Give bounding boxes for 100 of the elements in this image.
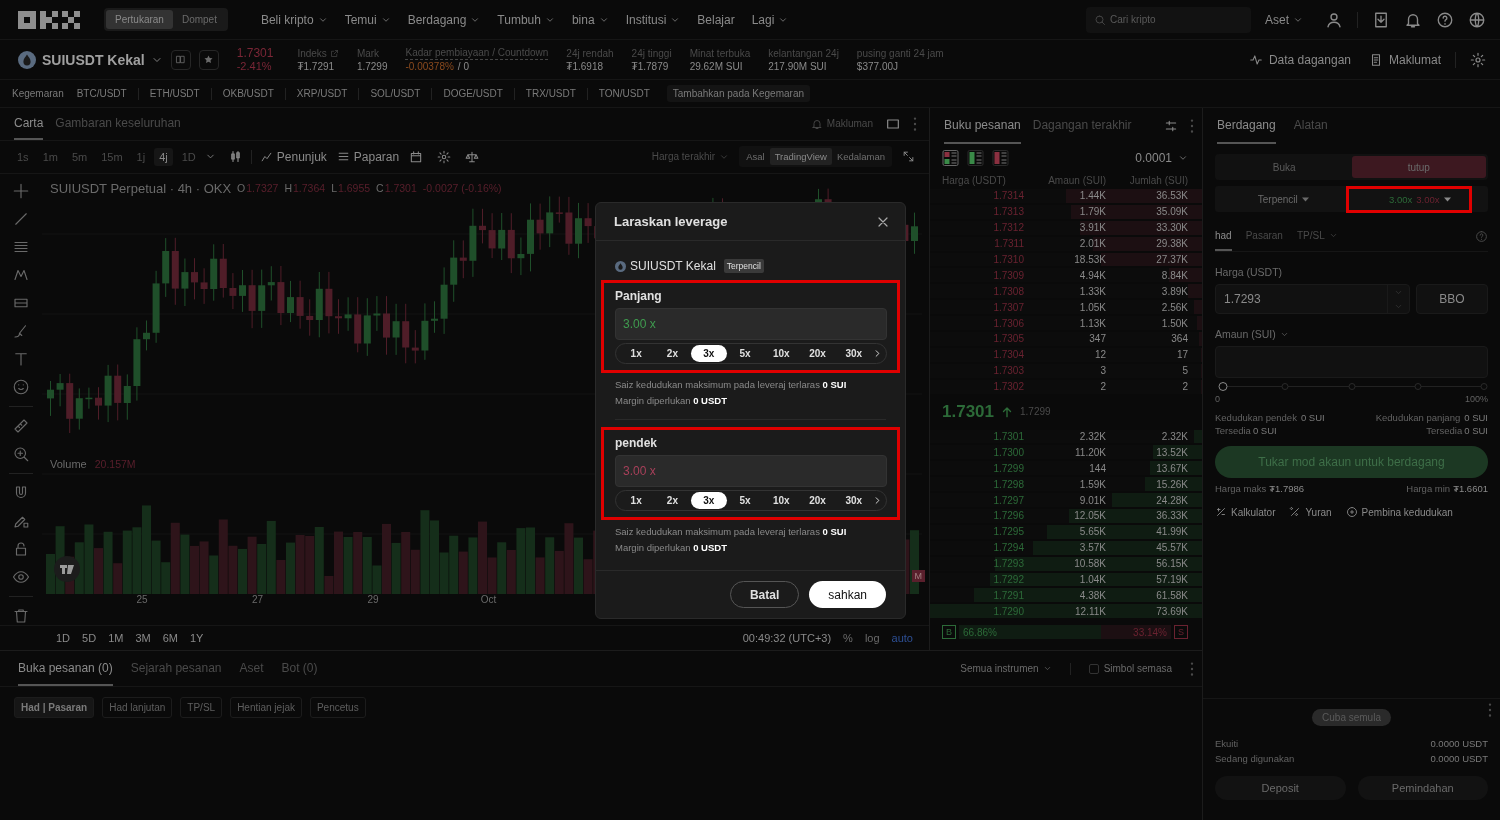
orders-tab[interactable]: Buka pesanan (0) bbox=[18, 651, 113, 686]
book-layout-icon[interactable] bbox=[967, 150, 984, 166]
leverage-option[interactable]: 5x bbox=[726, 345, 764, 362]
alert-button[interactable]: Makluman bbox=[810, 117, 873, 130]
book-tab[interactable]: Buku pesanan bbox=[944, 108, 1021, 144]
price-cell[interactable]: 1.7293 bbox=[942, 558, 1024, 570]
more-icon[interactable] bbox=[913, 116, 917, 131]
scale-toggle[interactable]: % bbox=[843, 631, 853, 644]
assets-menu[interactable]: Aset bbox=[1265, 12, 1303, 27]
nav-menu[interactable]: Institusi bbox=[625, 12, 681, 27]
price-cell[interactable]: 1.7301 bbox=[942, 431, 1024, 442]
book-layout-icon[interactable] bbox=[992, 150, 1009, 166]
mode-tab[interactable]: Dompet bbox=[172, 10, 226, 29]
settings-icon[interactable] bbox=[1470, 51, 1486, 68]
order-type-tab[interactable]: TP/SL bbox=[1296, 222, 1338, 251]
scale-icon[interactable] bbox=[465, 149, 480, 164]
order-filter-tab[interactable]: Had | Pasaran bbox=[14, 697, 95, 718]
search-field[interactable]: Cari kripto bbox=[1086, 6, 1251, 33]
nav-menu[interactable]: bina bbox=[571, 12, 609, 27]
orders-tab[interactable]: Sejarah pesanan bbox=[130, 651, 222, 686]
order-type-tab[interactable]: Pasaran bbox=[1245, 222, 1283, 251]
margin-mode-select[interactable]: Terpencil bbox=[1215, 193, 1352, 205]
bbo-button[interactable]: BBO bbox=[1416, 284, 1488, 314]
settings-icon[interactable] bbox=[437, 149, 452, 164]
leverage-field[interactable]: 3.00 x bbox=[615, 308, 887, 340]
slider-thumb[interactable] bbox=[1218, 382, 1228, 391]
view-tab[interactable]: Asal bbox=[741, 148, 770, 166]
chart-tool-button[interactable]: Paparan bbox=[336, 149, 400, 164]
interval-tab[interactable]: 1D bbox=[176, 147, 201, 166]
price-cell[interactable]: 1.7292 bbox=[942, 574, 1024, 586]
chart-tab[interactable]: Gambaran keseluruhan bbox=[55, 108, 181, 140]
interval-tab[interactable]: 15m bbox=[96, 147, 128, 166]
emoji-icon[interactable] bbox=[12, 377, 30, 396]
view-tab[interactable]: TradingView bbox=[769, 148, 832, 166]
leverage-option[interactable]: 3x bbox=[690, 492, 727, 509]
crosshair-icon[interactable] bbox=[12, 181, 30, 200]
more-icon[interactable] bbox=[1190, 661, 1194, 676]
price-cell[interactable]: 1.7294 bbox=[942, 542, 1024, 554]
leverage-option[interactable]: 20x bbox=[799, 492, 836, 509]
precision-select[interactable]: 0.0001 bbox=[1135, 151, 1188, 165]
orders-tab[interactable]: Bot (0) bbox=[281, 651, 318, 686]
calendar-icon[interactable] bbox=[409, 149, 424, 164]
leverage-field[interactable]: 3.00 x bbox=[615, 455, 887, 487]
nav-menu[interactable]: Berdagang bbox=[407, 12, 481, 27]
price-cell[interactable]: 1.7295 bbox=[942, 526, 1024, 538]
amount-unit-select[interactable]: Amaun (SUI) bbox=[1215, 328, 1289, 340]
leverage-option[interactable]: 1x bbox=[618, 345, 655, 362]
range-button[interactable]: 1Y bbox=[189, 631, 204, 644]
trade-tab[interactable]: Alatan bbox=[1293, 108, 1328, 144]
checkbox[interactable] bbox=[1088, 663, 1099, 674]
tool-link[interactable]: Kalkulator bbox=[1215, 506, 1276, 518]
leverage-button[interactable]: 3.00x 3.00x bbox=[1389, 193, 1451, 205]
nav-menu[interactable]: Lagi bbox=[751, 12, 789, 27]
leverage-option[interactable]: 10x bbox=[763, 345, 800, 362]
leverage-option[interactable]: 1x bbox=[618, 492, 655, 509]
favorite-pair[interactable]: TON/USDT bbox=[587, 88, 661, 99]
price-source-select[interactable]: Harga terakhir bbox=[651, 151, 730, 163]
leverage-option[interactable]: 2x bbox=[654, 492, 691, 509]
toolbar-link[interactable]: Data dagangan bbox=[1248, 52, 1351, 67]
orders-tab[interactable]: Aset bbox=[239, 651, 264, 686]
range-button[interactable]: 3M bbox=[135, 631, 151, 644]
book-tab[interactable]: Dagangan terakhir bbox=[1032, 108, 1132, 144]
favorite-pair[interactable]: XRP/USDT bbox=[285, 88, 359, 99]
leverage-option[interactable]: 2x bbox=[654, 345, 691, 362]
price-cell[interactable]: 1.7297 bbox=[942, 494, 1024, 506]
price-cell[interactable]: 1.7298 bbox=[942, 478, 1024, 490]
order-type-tab[interactable]: had bbox=[1215, 222, 1232, 251]
trash-icon[interactable] bbox=[12, 606, 30, 625]
scale-toggle[interactable]: auto bbox=[891, 631, 913, 644]
account-button[interactable]: Pemindahan bbox=[1357, 776, 1488, 800]
order-filter-tab[interactable]: Pencetus bbox=[309, 697, 366, 718]
expand-icon[interactable] bbox=[902, 150, 915, 164]
price-cell[interactable]: 1.7296 bbox=[942, 510, 1024, 522]
favorite-pair[interactable]: TRX/USDT bbox=[514, 88, 587, 99]
price-cell[interactable]: 1.7291 bbox=[942, 589, 1024, 601]
leverage-option[interactable]: 30x bbox=[835, 492, 872, 509]
logo-icon[interactable] bbox=[18, 10, 82, 29]
confirm-button[interactable]: sahkan bbox=[809, 581, 886, 608]
side-tab[interactable]: tutup bbox=[1351, 156, 1486, 178]
price-cell[interactable]: 1.7290 bbox=[942, 605, 1024, 617]
chart-tab[interactable]: Carta bbox=[14, 108, 44, 140]
price-cell[interactable]: 1.7299 bbox=[942, 462, 1024, 474]
instrument-filter[interactable]: Semua instrumen bbox=[960, 663, 1052, 674]
range-button[interactable]: 1D bbox=[56, 631, 71, 644]
nav-menu[interactable]: Temui bbox=[344, 12, 391, 27]
favorite-pair[interactable]: OKB/USDT bbox=[211, 88, 285, 99]
interval-tab[interactable]: 1m bbox=[37, 147, 63, 166]
favorite-pair[interactable]: DOGE/USDT bbox=[432, 88, 514, 99]
favorite-pair[interactable]: SOL/USDT bbox=[359, 88, 432, 99]
leverage-option[interactable]: 3x bbox=[690, 345, 727, 362]
download-icon[interactable] bbox=[1372, 10, 1390, 29]
leverage-option[interactable]: 5x bbox=[726, 492, 764, 509]
nav-menu[interactable]: Belajar bbox=[697, 12, 735, 27]
nav-menu[interactable]: Tumbuh bbox=[497, 12, 555, 27]
price-field[interactable]: 1.7293 bbox=[1215, 284, 1410, 314]
more-icon[interactable] bbox=[1488, 703, 1492, 717]
price-cell[interactable]: 1.7300 bbox=[942, 446, 1024, 458]
user-icon[interactable] bbox=[1325, 10, 1343, 29]
account-button[interactable]: Deposit bbox=[1215, 776, 1346, 800]
scale-toggle[interactable]: log bbox=[864, 631, 880, 644]
